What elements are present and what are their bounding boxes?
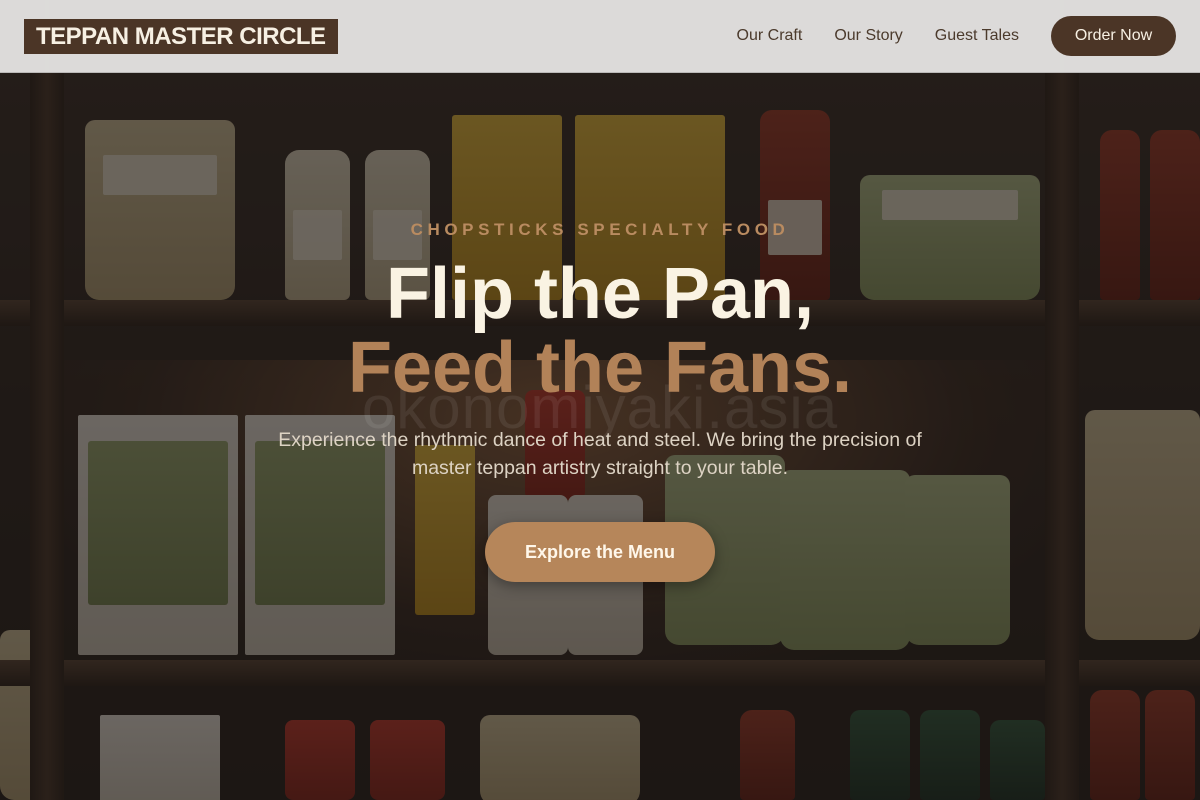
nav-link-guest-tales[interactable]: Guest Tales (935, 27, 1019, 45)
nav-link-our-craft[interactable]: Our Craft (737, 27, 803, 45)
nav-link-our-story[interactable]: Our Story (834, 27, 902, 45)
explore-menu-button[interactable]: Explore the Menu (485, 522, 715, 582)
brand-logo[interactable]: TEPPAN MASTER CIRCLE (24, 18, 338, 54)
hero-lead-text: Experience the rhythmic dance of heat an… (278, 429, 922, 479)
order-now-button[interactable]: Order Now (1051, 16, 1176, 56)
top-navbar: TEPPAN MASTER CIRCLE Our Craft Our Story… (0, 0, 1200, 73)
nav-links: Our Craft Our Story Guest Tales (737, 27, 1019, 45)
hero-title-line2: Feed the Fans. (347, 328, 853, 408)
hero-title-line1: Flip the Pan, (385, 254, 815, 334)
hero-kicker: CHOPSTICKS SPECIALTY FOOD (410, 220, 790, 239)
hero-section: okonomiyaki.asia CHOPSTICKS SPECIALTY FO… (0, 73, 1200, 800)
